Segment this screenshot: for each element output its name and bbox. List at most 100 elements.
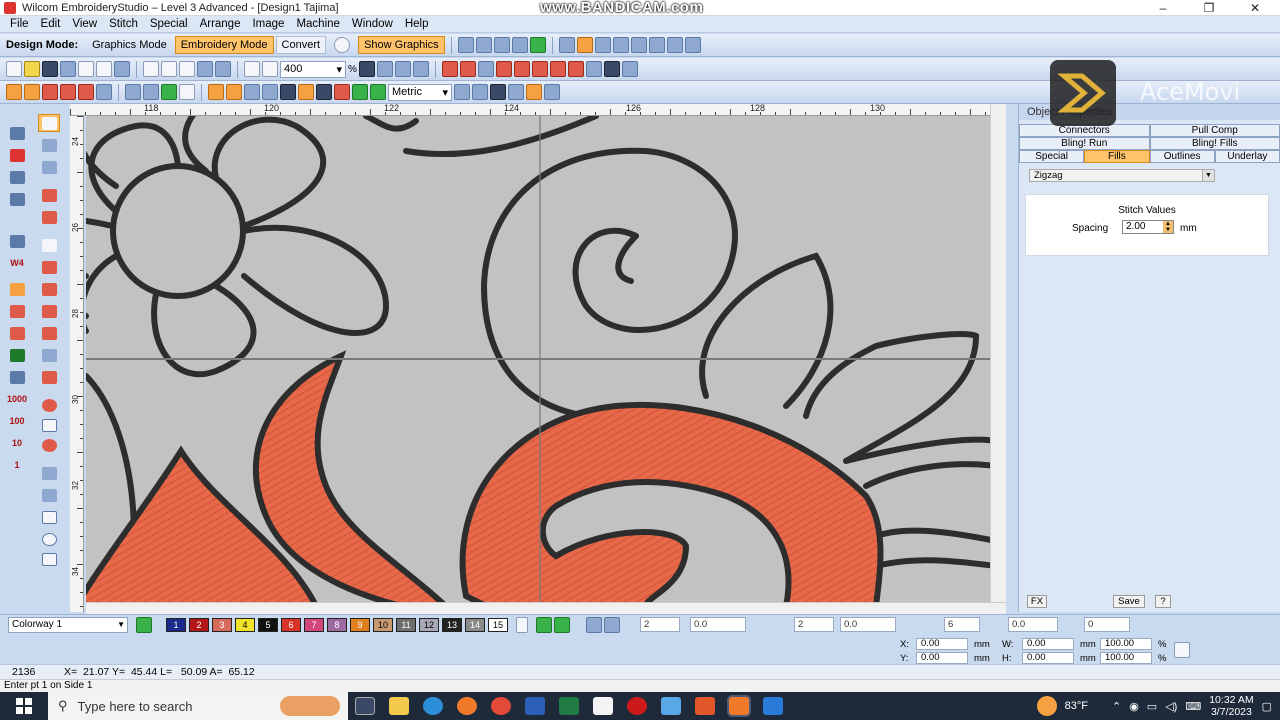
outline-icon[interactable] [125, 84, 141, 100]
ungroup-icon[interactable] [511, 37, 528, 53]
undo-icon[interactable] [197, 61, 213, 77]
applique-icon[interactable] [6, 368, 28, 386]
align-icon[interactable] [475, 37, 492, 53]
value-field-4[interactable]: 0.0 [840, 617, 896, 632]
color-fill-icon[interactable] [208, 84, 224, 100]
arc-icon[interactable] [38, 368, 60, 386]
stitch-type-6-icon[interactable] [531, 61, 548, 77]
column-b-icon[interactable] [6, 302, 28, 320]
fill-stitch-icon[interactable] [6, 84, 22, 100]
x-field[interactable]: 0.00 [916, 638, 968, 650]
lasso-icon[interactable] [6, 168, 28, 186]
spacing-field[interactable]: 2.00 ▲ ▼ [1122, 220, 1174, 234]
value-field-3[interactable]: 2 [794, 617, 834, 632]
copy-icon[interactable] [161, 61, 177, 77]
tatami-stitch-icon[interactable] [42, 84, 58, 100]
maximize-button[interactable]: ❐ [1186, 0, 1232, 16]
wave-icon[interactable] [262, 84, 278, 100]
lock-proportions-icon[interactable] [1174, 642, 1190, 658]
color-swatch[interactable]: 1 [166, 617, 186, 632]
quick-edit-icon[interactable] [526, 84, 542, 100]
menu-arrange[interactable]: Arrange [194, 18, 247, 30]
stitch-type-5-icon[interactable] [513, 61, 530, 77]
word-icon[interactable] [518, 692, 552, 720]
table-icon[interactable] [298, 84, 314, 100]
shape-tool-icon[interactable] [38, 136, 60, 154]
star-icon[interactable] [38, 416, 60, 434]
complex-fill-icon[interactable] [6, 324, 28, 342]
keyboard-icon[interactable]: ⌨ [1185, 700, 1201, 713]
app-icon[interactable] [586, 692, 620, 720]
help-button[interactable]: ? [1155, 595, 1171, 608]
manual-digitize-icon[interactable] [6, 232, 28, 250]
value-field-7[interactable]: 0 [1084, 617, 1130, 632]
hoop-icon[interactable] [394, 61, 411, 77]
reshape-icon[interactable] [38, 114, 60, 132]
color-swatch[interactable]: 13 [442, 617, 462, 632]
curve-tool-icon[interactable] [38, 486, 60, 504]
embroidery-mode-button[interactable]: Embroidery Mode [174, 36, 274, 54]
grid-icon[interactable] [457, 37, 474, 53]
zoom-box-icon[interactable] [262, 61, 278, 77]
stitch-type-2-icon[interactable] [459, 61, 476, 77]
spin-icon[interactable] [516, 616, 528, 633]
display-icon[interactable]: ▭ [1147, 700, 1157, 713]
node-icon[interactable] [38, 158, 60, 176]
chrome-icon[interactable] [484, 692, 518, 720]
new-file-icon[interactable] [6, 61, 22, 77]
design-canvas[interactable] [86, 116, 990, 602]
convert-button[interactable]: Convert [275, 36, 327, 54]
tab-pull-comp[interactable]: Pull Comp [1149, 124, 1280, 137]
remove-color-icon[interactable] [554, 616, 570, 633]
tab-bling-run[interactable]: Bling! Run [1019, 137, 1150, 150]
menu-machine[interactable]: Machine [290, 18, 345, 30]
feather-icon[interactable] [38, 324, 60, 342]
stitch-type-4-icon[interactable] [495, 61, 512, 77]
1000-icon[interactable]: 1000 [6, 390, 28, 408]
select-arrow-icon[interactable] [6, 124, 28, 142]
point-tool-icon[interactable] [38, 346, 60, 364]
sequence-icon[interactable] [352, 84, 368, 100]
rotate-icon[interactable] [376, 61, 393, 77]
menu-edit[interactable]: Edit [35, 18, 67, 30]
freehand-icon[interactable] [38, 508, 60, 526]
show-graphics-button[interactable]: Show Graphics [358, 36, 445, 54]
height-percent-field[interactable]: 100.00 [1100, 652, 1152, 664]
photos-icon[interactable] [756, 692, 790, 720]
w-field[interactable]: 0.00 [1022, 638, 1074, 650]
distribute-icon[interactable] [630, 37, 647, 53]
color-swatch[interactable]: 4 [235, 617, 255, 632]
stitch-type-8-icon[interactable] [567, 61, 584, 77]
cut-icon[interactable] [143, 61, 159, 77]
save-button[interactable]: Save [1113, 595, 1145, 608]
grid-toggle-icon[interactable] [358, 61, 375, 77]
10-icon[interactable]: 10 [6, 434, 28, 452]
task-view-icon[interactable] [348, 692, 382, 720]
redo-icon[interactable] [215, 61, 231, 77]
offset-icon[interactable] [143, 84, 159, 100]
units-select[interactable]: Metric ▾ [388, 83, 452, 101]
color-swatch[interactable]: 3 [212, 617, 232, 632]
triple-run-icon[interactable] [38, 258, 60, 276]
spin-arrows-icon[interactable]: ▲ ▼ [1163, 221, 1173, 233]
mirror-icon[interactable] [684, 37, 701, 53]
stemstitch-icon[interactable] [38, 302, 60, 320]
h-field[interactable]: 0.00 [1022, 652, 1074, 664]
tab-underlay[interactable]: Underlay [1214, 150, 1280, 163]
vertical-scrollbar[interactable] [990, 104, 1006, 602]
paint-icon[interactable] [654, 692, 688, 720]
rectangle-icon[interactable] [38, 550, 60, 568]
image-icon[interactable] [316, 84, 332, 100]
windows-start-icon[interactable] [0, 692, 48, 720]
pattern-stitch-icon[interactable] [78, 84, 94, 100]
turning-fill-icon[interactable] [6, 346, 28, 364]
menu-file[interactable]: File [4, 18, 35, 30]
tab-outlines[interactable]: Outlines [1149, 150, 1215, 163]
shape-icon[interactable] [179, 84, 195, 100]
value-field-2[interactable]: 0.0 [690, 617, 746, 632]
wilcom-active-icon[interactable] [722, 692, 756, 720]
horizontal-scrollbar[interactable] [86, 602, 1006, 614]
value-field-5[interactable]: 6 [944, 617, 980, 632]
column-a-icon[interactable] [6, 280, 28, 298]
color-swatch[interactable]: 6 [281, 617, 301, 632]
